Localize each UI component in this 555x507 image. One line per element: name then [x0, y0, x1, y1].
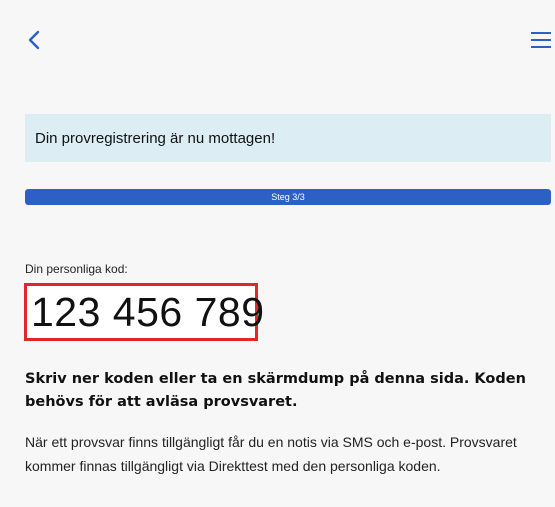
progress-bar-fill: Steg 3/3 [25, 189, 551, 205]
hamburger-menu-icon [531, 32, 551, 48]
save-code-instruction: Skriv ner koden eller ta en skärmdump på… [25, 371, 526, 410]
personal-code-label: Din personliga kod: [25, 262, 128, 276]
result-info-text: När ett provsvar finns tillgängligt får … [25, 434, 517, 474]
back-button[interactable] [24, 26, 44, 54]
menu-button[interactable] [530, 30, 554, 52]
top-navigation-bar [0, 0, 555, 80]
chevron-left-icon [28, 30, 40, 50]
progress-bar: Steg 3/3 [25, 189, 551, 205]
personal-code-box: 123 456 789 [24, 283, 264, 341]
personal-code-value: 123 456 789 [31, 288, 265, 335]
confirmation-alert: Din provregistrering är nu mottagen! [25, 114, 551, 162]
progress-step-label: Steg 3/3 [271, 192, 305, 202]
confirmation-message: Din provregistrering är nu mottagen! [35, 129, 276, 147]
